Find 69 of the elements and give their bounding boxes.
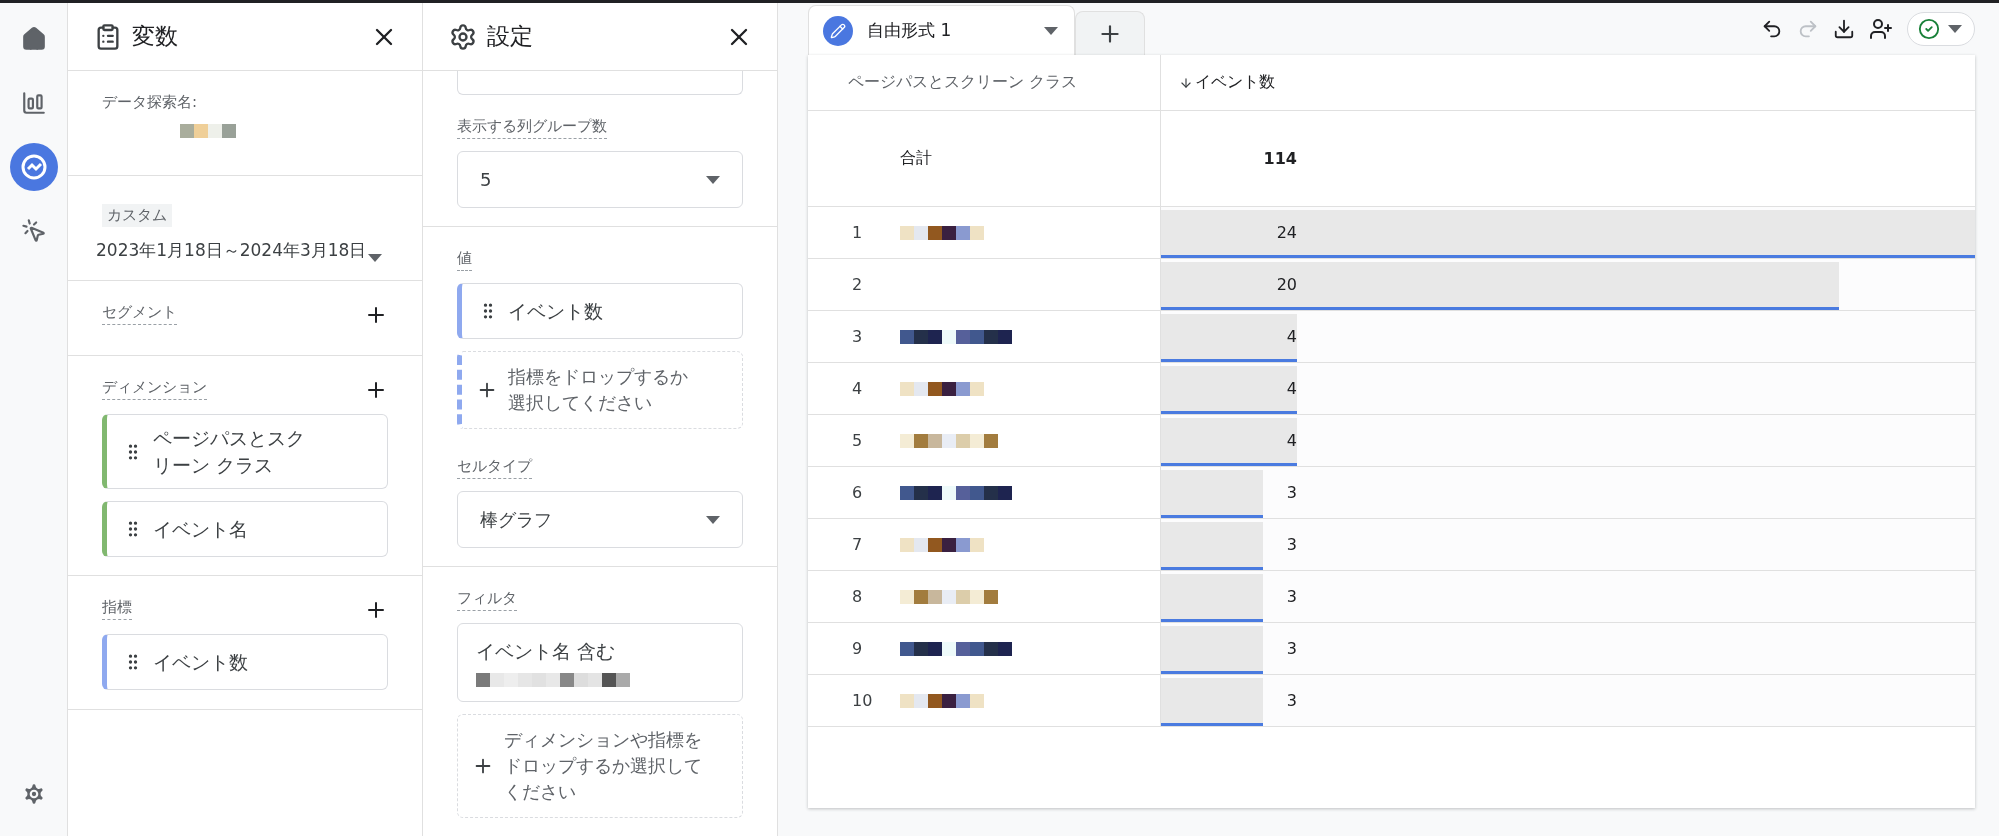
status-button[interactable]	[1907, 12, 1975, 46]
row-number: 9	[852, 639, 864, 658]
row-number: 7	[852, 535, 864, 554]
home-icon	[20, 26, 47, 52]
table-cell-text: 4	[1285, 327, 1297, 346]
row-number: 5	[852, 431, 864, 450]
filter-card[interactable]: イベント名 含む	[457, 623, 743, 702]
dimensions-label: ディメンション	[102, 378, 207, 400]
row-number: 4	[852, 379, 864, 398]
panel-title: 設定	[487, 22, 534, 51]
table-cell-text: 24	[1275, 223, 1297, 242]
cell-type-label: セルタイプ	[457, 457, 532, 480]
dimension-chip[interactable]: イベント名	[102, 501, 388, 558]
metric-chip[interactable]: イベント数	[102, 634, 388, 691]
explore-chart-icon	[19, 153, 48, 181]
tab[interactable]: 自由形式 1	[808, 5, 1075, 55]
table-cell-text: 4	[1285, 431, 1297, 450]
column-groups-dropdown[interactable]: 5	[457, 151, 743, 208]
metrics-label: 指標	[102, 598, 132, 621]
column-header: ページパスとスクリーン クラス	[848, 72, 1078, 93]
panel-title: 変数	[132, 22, 179, 51]
row-number: 2	[852, 275, 864, 294]
date-range-badge: カスタム	[102, 204, 172, 227]
values-label: 値	[457, 249, 472, 271]
download-button[interactable]	[1833, 18, 1855, 40]
segments-label: セグメント	[102, 303, 177, 325]
input-field[interactable]	[457, 71, 743, 95]
dropdown-caret-icon	[1948, 25, 1962, 33]
table-cell-text: 20	[1275, 275, 1297, 294]
sort-arrow-icon	[1179, 75, 1193, 90]
dimension-chip[interactable]: ページパスとスクリーン クラス	[102, 414, 388, 490]
table-cell-text: 3	[1285, 691, 1297, 710]
drop-zone[interactable]: 指標をドロップするか選択してください	[457, 351, 743, 430]
dropdown-caret-icon	[706, 515, 720, 524]
drop-zone[interactable]: ディメンションや指標をドロップするか選択してください	[457, 713, 743, 819]
total-value: 114	[1262, 149, 1297, 168]
row-number: 10	[852, 691, 874, 710]
row-number: 1	[852, 223, 864, 242]
bar-chart-icon	[20, 90, 47, 116]
total-label: 合計	[900, 148, 932, 169]
redacted-mosaic-drawing	[180, 124, 236, 138]
row-number: 8	[852, 587, 864, 606]
dropdown-caret-icon	[1044, 26, 1058, 35]
drop-hint: 指標をドロップするか選択してください	[508, 365, 689, 416]
target-cursor-icon	[20, 218, 47, 244]
filter-text: イベント名 含む	[476, 639, 617, 665]
check-circle-icon	[1918, 18, 1940, 40]
filters-label: フィルタ	[457, 589, 517, 612]
dropdown-caret-icon	[706, 175, 720, 184]
undo-button[interactable]	[1761, 18, 1783, 40]
metric-chip[interactable]: イベント数	[457, 283, 743, 339]
table-cell-text: 3	[1285, 587, 1297, 606]
column-groups-label: 表示する列グループ数	[457, 117, 607, 139]
cell-type-dropdown[interactable]: 棒グラフ	[457, 491, 743, 549]
row-number: 6	[852, 483, 864, 502]
pencil-icon	[823, 15, 853, 46]
table-cell-text: 4	[1285, 379, 1297, 398]
share-button[interactable]	[1869, 17, 1893, 41]
dropdown-caret-icon	[368, 254, 383, 262]
table-cell-text: 3	[1285, 639, 1297, 658]
drop-hint: ディメンションや指標をドロップするか選択してください	[504, 727, 703, 804]
settings-icon	[449, 22, 477, 51]
table-cell-text: 3	[1285, 483, 1297, 502]
table-cell-text: 3	[1285, 535, 1297, 554]
row-number: 3	[852, 327, 864, 346]
column-header[interactable]: イベント数	[1195, 72, 1275, 93]
date-range-value[interactable]: 2023年1月18日～2024年3月18日	[96, 239, 367, 262]
exploration-name-label: データ探索名:	[102, 93, 199, 112]
nav-button[interactable]	[9, 143, 58, 191]
